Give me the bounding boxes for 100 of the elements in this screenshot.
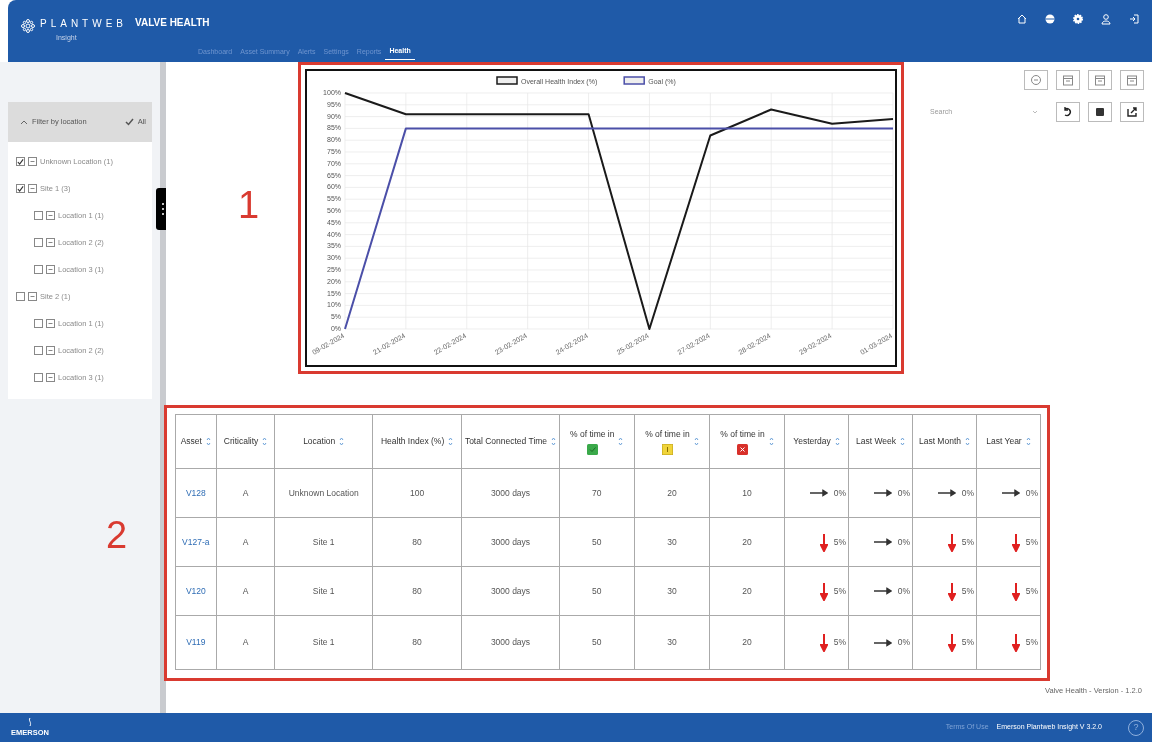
warning-icon bbox=[661, 443, 673, 455]
table-cell: 50 bbox=[559, 517, 635, 567]
home-icon[interactable] bbox=[1016, 13, 1028, 25]
calendar-button[interactable] bbox=[1088, 70, 1112, 90]
asset-link[interactable]: V120 bbox=[185, 585, 206, 596]
collapse-icon[interactable] bbox=[46, 373, 55, 382]
collapse-icon[interactable] bbox=[46, 319, 55, 328]
header-label: Last Month bbox=[918, 435, 961, 448]
sort-icon[interactable] bbox=[693, 437, 699, 446]
trend-value: 5% bbox=[833, 584, 847, 598]
collapse-icon[interactable] bbox=[28, 292, 37, 301]
table-cell: A bbox=[216, 517, 275, 567]
collapse-icon[interactable] bbox=[46, 346, 55, 355]
collapse-icon[interactable] bbox=[28, 157, 37, 166]
checkbox[interactable] bbox=[16, 292, 25, 301]
column-header[interactable]: Criticality bbox=[216, 414, 275, 469]
header-label: Last Year bbox=[986, 435, 1022, 448]
collapse-icon[interactable] bbox=[46, 238, 55, 247]
trend-value: 5% bbox=[961, 636, 974, 649]
sort-icon[interactable] bbox=[900, 437, 906, 446]
checkbox[interactable] bbox=[16, 157, 25, 166]
header-label: Asset bbox=[180, 435, 202, 448]
asset-link[interactable]: V119 bbox=[186, 637, 206, 648]
column-header[interactable]: Health Index (%) bbox=[372, 414, 462, 469]
checkbox[interactable] bbox=[34, 238, 43, 247]
sort-icon[interactable] bbox=[618, 437, 624, 446]
more-icon[interactable] bbox=[161, 202, 165, 216]
sort-icon[interactable] bbox=[1025, 437, 1031, 446]
stop-button[interactable] bbox=[1088, 102, 1112, 122]
sort-icon[interactable] bbox=[965, 437, 970, 446]
table-cell: Site 1 bbox=[275, 566, 373, 616]
column-header[interactable]: Last Week bbox=[848, 414, 913, 469]
square-icon bbox=[1094, 106, 1106, 118]
table-cell: 80 bbox=[372, 517, 462, 567]
column-header[interactable]: Asset bbox=[175, 414, 217, 469]
sort-icon[interactable] bbox=[768, 437, 774, 446]
table-cell: A bbox=[216, 566, 275, 616]
header-label: % of time in bbox=[720, 428, 765, 441]
calendar-button[interactable] bbox=[1120, 70, 1144, 90]
trend-value: 5% bbox=[833, 535, 847, 549]
column-header[interactable]: % of time in bbox=[709, 414, 785, 469]
table-cell: 3000 days bbox=[461, 566, 560, 616]
table-cell: 10 bbox=[709, 468, 785, 518]
sort-icon[interactable] bbox=[205, 437, 211, 446]
table-cell: Site 1 bbox=[275, 517, 373, 567]
caret-icon bbox=[1032, 110, 1038, 114]
globe-icon[interactable] bbox=[1044, 13, 1056, 25]
collapse-icon[interactable] bbox=[28, 184, 37, 193]
logout-icon[interactable] bbox=[1128, 13, 1140, 25]
emerson-logo-icon bbox=[26, 716, 34, 727]
sort-icon[interactable] bbox=[551, 437, 557, 446]
calendar-icon bbox=[1126, 74, 1138, 86]
table-cell: A bbox=[216, 468, 275, 518]
trend-value: 0% bbox=[1025, 486, 1038, 500]
calendar-icon bbox=[1062, 74, 1074, 86]
collapse-icon[interactable] bbox=[46, 211, 55, 220]
checkbox[interactable] bbox=[34, 346, 43, 355]
column-header[interactable]: Total Connected Time bbox=[461, 414, 560, 469]
trend-value: 0% bbox=[833, 486, 847, 500]
undo-button[interactable] bbox=[1056, 102, 1080, 122]
sort-icon[interactable] bbox=[834, 437, 840, 446]
column-header[interactable]: Yesterday bbox=[784, 414, 849, 469]
calendar-icon bbox=[1094, 74, 1106, 86]
checkbox[interactable] bbox=[34, 265, 43, 274]
annotation-number: 2 bbox=[106, 516, 128, 554]
asset-link[interactable]: V128 bbox=[185, 487, 206, 498]
header-label: Location bbox=[303, 435, 336, 448]
checkbox[interactable] bbox=[34, 319, 43, 328]
table-cell: 20 bbox=[634, 468, 710, 518]
header-label: % of time in bbox=[570, 428, 615, 441]
history-button[interactable] bbox=[1024, 70, 1048, 90]
checkbox[interactable] bbox=[124, 118, 134, 126]
table-cell: 3000 days bbox=[461, 468, 560, 518]
column-header[interactable]: % of time in bbox=[634, 414, 710, 469]
trend-value: 0% bbox=[897, 636, 910, 649]
column-header[interactable]: Last Year bbox=[976, 414, 1041, 469]
user-icon[interactable] bbox=[1100, 13, 1112, 25]
table-cell: 30 bbox=[634, 615, 710, 670]
sort-icon[interactable] bbox=[262, 437, 268, 446]
asset-link[interactable]: V127-a bbox=[182, 536, 210, 547]
settings-icon[interactable] bbox=[1072, 13, 1084, 25]
column-header[interactable]: Last Month bbox=[912, 414, 977, 469]
header-label: Yesterday bbox=[793, 435, 831, 448]
trend-value: 5% bbox=[1025, 584, 1038, 598]
sort-icon[interactable] bbox=[339, 437, 345, 446]
chevron-up-icon[interactable] bbox=[20, 118, 28, 126]
sort-icon[interactable] bbox=[448, 437, 454, 446]
header-label: Last Week bbox=[856, 435, 897, 448]
table-cell: 3000 days bbox=[461, 615, 560, 670]
header-label: Health Index (%) bbox=[380, 435, 445, 448]
checkbox[interactable] bbox=[16, 184, 25, 193]
legend-swatch bbox=[496, 76, 518, 85]
table-cell: 30 bbox=[634, 517, 710, 567]
collapse-icon[interactable] bbox=[46, 265, 55, 274]
column-header[interactable]: Location bbox=[275, 414, 373, 469]
column-header[interactable]: % of time in bbox=[559, 414, 635, 469]
checkbox[interactable] bbox=[34, 211, 43, 220]
checkbox[interactable] bbox=[34, 373, 43, 382]
calendar-button[interactable] bbox=[1056, 70, 1080, 90]
export-button[interactable] bbox=[1120, 102, 1144, 122]
